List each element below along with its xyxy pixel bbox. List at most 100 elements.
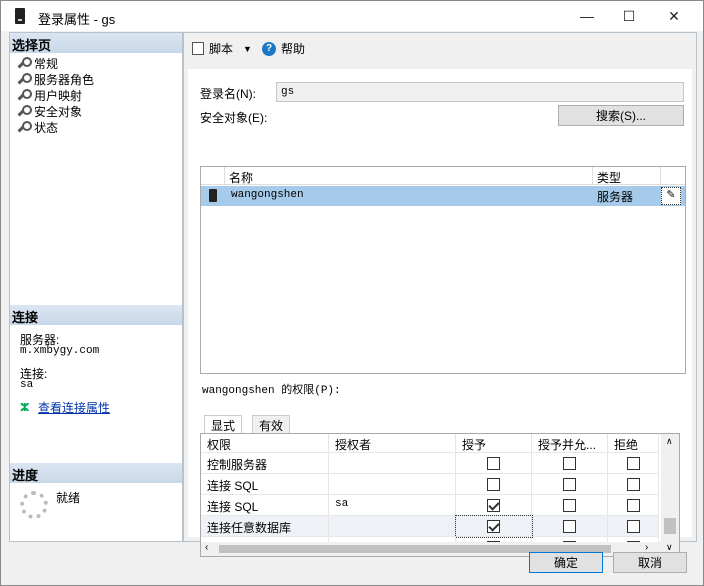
view-connection-label: 查看连接属性 bbox=[38, 401, 111, 415]
deny-checkbox[interactable] bbox=[627, 457, 640, 470]
securable-name: wangongshen bbox=[231, 189, 304, 201]
sidebar-item-server-roles[interactable]: 服务器角色 bbox=[16, 71, 94, 87]
header-name: 名称 bbox=[225, 167, 593, 185]
minimize-button[interactable]: — bbox=[564, 1, 610, 31]
securables-label: 安全对象(E): bbox=[200, 111, 268, 125]
grant-cell bbox=[456, 453, 532, 474]
cancel-button[interactable]: 取消 bbox=[613, 552, 687, 573]
sidebar-item-status[interactable]: 状态 bbox=[16, 119, 58, 135]
with-grant-checkbox[interactable] bbox=[563, 457, 576, 470]
tab-explicit[interactable]: 显式 bbox=[204, 415, 243, 433]
header-icon-column bbox=[201, 167, 225, 185]
grant-cell bbox=[455, 515, 533, 538]
securables-table: 名称 类型 wangongshen 服务器 ✎ bbox=[200, 166, 686, 374]
table-row[interactable]: 连接 SQL sa bbox=[201, 495, 659, 516]
deny-checkbox[interactable] bbox=[627, 520, 640, 533]
securables-page: 登录名(N): gs 安全对象(E): 搜索(S)... 名称 类型 wango… bbox=[188, 69, 692, 557]
permission-name: 连接 SQL bbox=[201, 474, 329, 495]
login-properties-dialog: 登录属性 - gs — ☐ ✕ 选择页 常规 服务器角色 用户映射 安全对象 状… bbox=[0, 0, 704, 586]
wrench-icon bbox=[16, 57, 32, 69]
grant-checkbox[interactable] bbox=[487, 478, 500, 491]
window-icon bbox=[15, 8, 25, 24]
with-grant-checkbox[interactable] bbox=[563, 499, 576, 512]
header-type: 类型 bbox=[593, 167, 661, 185]
view-connection-properties-link[interactable]: ⵣ 查看连接属性 bbox=[20, 399, 110, 416]
tab-effective[interactable]: 有效 bbox=[252, 415, 291, 433]
sidebar-item-user-mapping[interactable]: 用户映射 bbox=[16, 87, 82, 103]
permissions-area: 显式 有效 权限 授权者 授予 授予并允... 拒绝 控制服务器 连接 SQL 连接… bbox=[200, 415, 686, 560]
grantor-name bbox=[329, 453, 456, 474]
window-title: 登录属性 - gs bbox=[38, 12, 116, 27]
securable-type: 服务器 bbox=[597, 190, 634, 204]
permission-name: 连接任意数据库 bbox=[201, 516, 329, 537]
progress-spinner-icon bbox=[20, 491, 48, 519]
wrench-icon bbox=[16, 121, 32, 133]
with-grant-cell bbox=[532, 516, 608, 537]
script-button[interactable]: 脚本 ▼ bbox=[192, 40, 252, 57]
sidebar-item-label: 服务器角色 bbox=[34, 72, 95, 87]
deny-cell bbox=[608, 453, 659, 474]
progress-status: 就绪 bbox=[56, 491, 81, 505]
grantor-name bbox=[329, 516, 456, 537]
table-header: 名称 类型 bbox=[201, 167, 685, 185]
with-grant-cell bbox=[532, 474, 608, 495]
vertical-scrollbar[interactable]: ∧ ∨ bbox=[661, 434, 679, 556]
permission-name: 控制服务器 bbox=[201, 453, 329, 474]
permission-name: 连接 SQL bbox=[201, 495, 329, 516]
permissions-header: 权限 授权者 授予 授予并允... 拒绝 bbox=[201, 434, 659, 453]
toolbar: 脚本 ▼ ? 帮助 bbox=[184, 33, 696, 65]
server-object-icon bbox=[209, 189, 217, 202]
login-name-label: 登录名(N): bbox=[200, 87, 256, 101]
deny-cell bbox=[608, 495, 659, 516]
sidebar: 选择页 常规 服务器角色 用户映射 安全对象 状态 连接 服务器: m.xmby… bbox=[9, 32, 183, 542]
server-value: m.xmbygy.com bbox=[20, 345, 100, 357]
with-grant-cell bbox=[532, 453, 608, 474]
title-bar: 登录属性 - gs — ☐ ✕ bbox=[1, 1, 703, 31]
with-grant-cell bbox=[532, 495, 608, 516]
grant-cell bbox=[456, 495, 532, 516]
deny-checkbox[interactable] bbox=[627, 478, 640, 491]
permissions-table: 权限 授权者 授予 授予并允... 拒绝 控制服务器 连接 SQL 连接 SQL sa… bbox=[200, 433, 680, 557]
maximize-button[interactable]: ☐ bbox=[606, 1, 652, 31]
help-button[interactable]: ? 帮助 bbox=[262, 40, 305, 57]
grant-checkbox[interactable] bbox=[487, 457, 500, 470]
header-grantor: 授权者 bbox=[329, 434, 456, 453]
table-row[interactable]: 连接 SQL bbox=[201, 474, 659, 495]
table-row[interactable]: 连接任意数据库 bbox=[201, 515, 659, 538]
main-panel: 脚本 ▼ ? 帮助 登录名(N): gs 安全对象(E): 搜索(S)... 名… bbox=[183, 32, 697, 557]
connection-icon: ⵣ bbox=[20, 402, 30, 414]
chevron-down-icon: ▼ bbox=[243, 43, 252, 54]
login-name-field[interactable]: gs bbox=[276, 82, 684, 102]
with-grant-checkbox[interactable] bbox=[563, 520, 576, 533]
permissions-title: wangongshen 的权限(P): bbox=[202, 385, 341, 397]
table-row[interactable]: wangongshen 服务器 ✎ bbox=[201, 186, 685, 206]
script-label: 脚本 bbox=[209, 42, 234, 56]
script-icon bbox=[192, 42, 204, 55]
header-permission: 权限 bbox=[201, 434, 329, 453]
grant-checkbox[interactable] bbox=[487, 499, 500, 512]
sidebar-item-general[interactable]: 常规 bbox=[16, 55, 58, 71]
connection-header: 连接 bbox=[10, 305, 182, 325]
wrench-icon bbox=[16, 73, 32, 85]
deny-cell bbox=[608, 474, 659, 495]
wrench-icon bbox=[16, 89, 32, 101]
wrench-icon bbox=[16, 105, 32, 117]
sidebar-item-label: 状态 bbox=[34, 120, 59, 135]
ok-button[interactable]: 确定 bbox=[529, 552, 603, 573]
scroll-thumb[interactable] bbox=[664, 518, 676, 534]
deny-checkbox[interactable] bbox=[627, 499, 640, 512]
edit-securable-icon[interactable]: ✎ bbox=[661, 187, 681, 205]
search-button[interactable]: 搜索(S)... bbox=[558, 105, 684, 126]
dialog-footer: 确定 取消 bbox=[9, 546, 697, 584]
grantor-name: sa bbox=[329, 495, 456, 516]
select-page-header: 选择页 bbox=[10, 33, 182, 53]
scroll-up-icon[interactable]: ∧ bbox=[666, 436, 673, 447]
grant-checkbox[interactable] bbox=[487, 520, 500, 533]
grantor-name bbox=[329, 474, 456, 495]
table-row[interactable]: 控制服务器 bbox=[201, 453, 659, 474]
close-button[interactable]: ✕ bbox=[651, 1, 697, 31]
with-grant-checkbox[interactable] bbox=[563, 478, 576, 491]
sidebar-item-securables[interactable]: 安全对象 bbox=[16, 103, 82, 119]
help-label: 帮助 bbox=[281, 42, 306, 56]
grant-cell bbox=[456, 474, 532, 495]
